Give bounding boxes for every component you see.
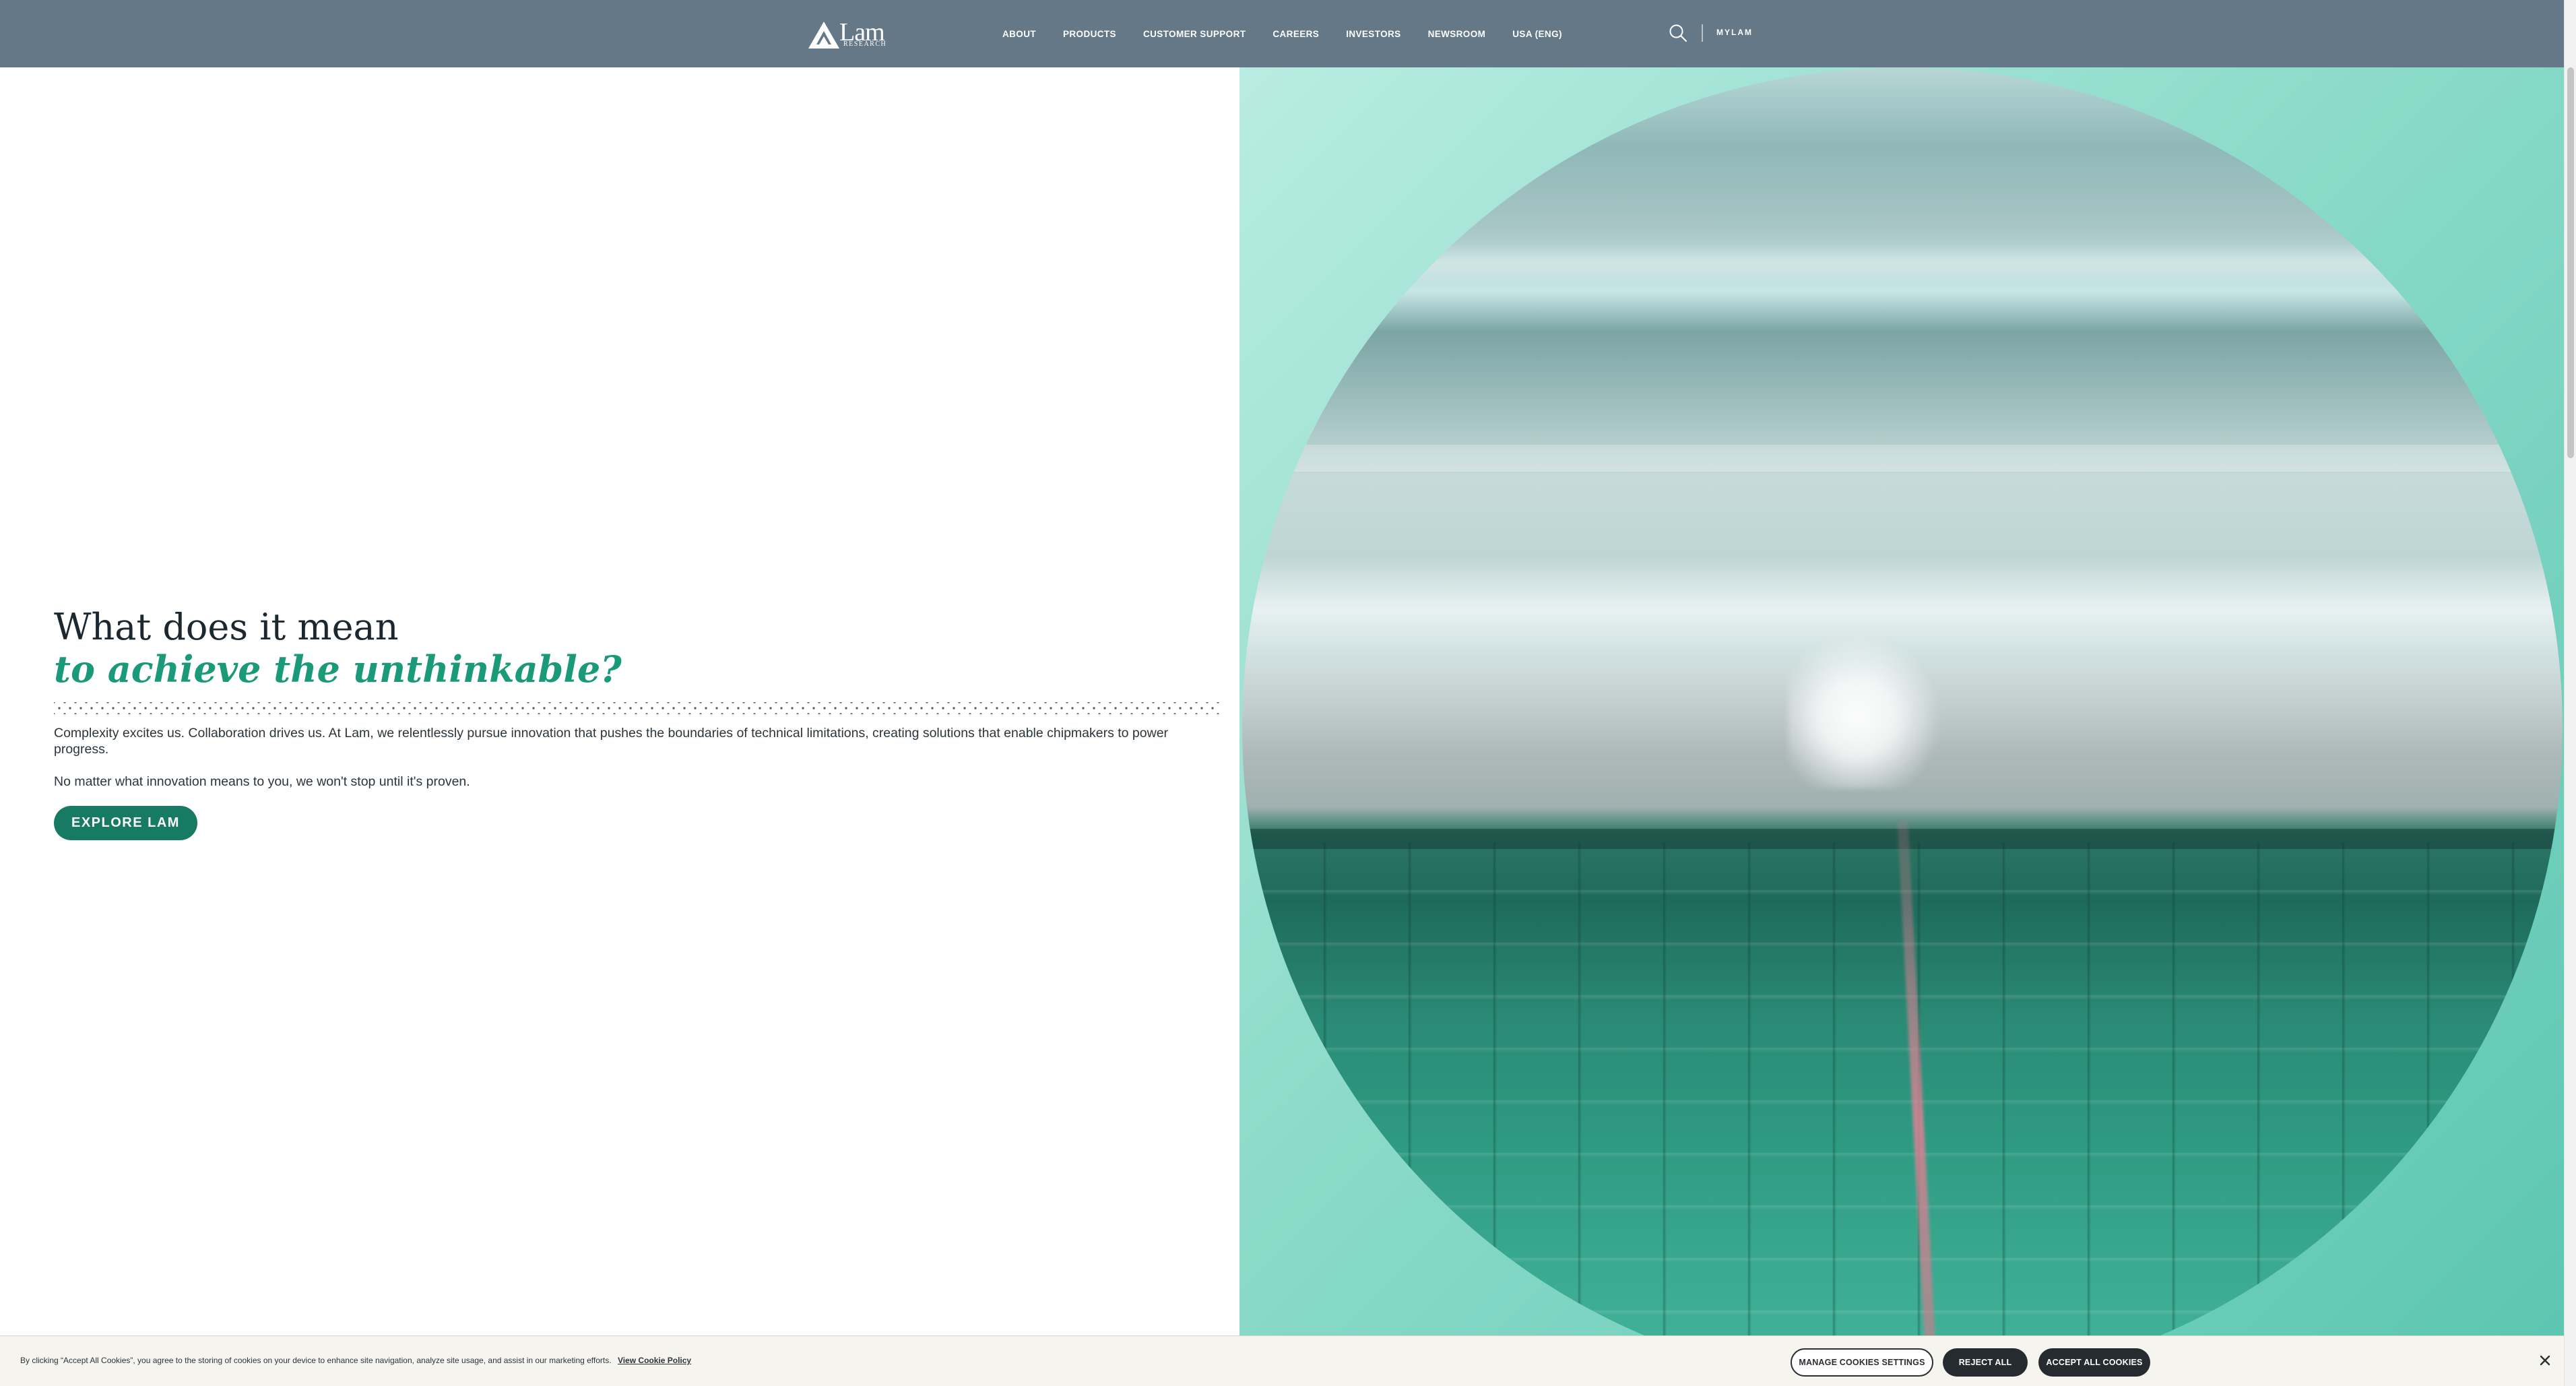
accept-all-cookies-button[interactable]: ACCEPT ALL COOKIES xyxy=(2038,1348,2150,1377)
nav-customer-support[interactable]: CUSTOMER SUPPORT xyxy=(1143,29,1246,39)
dotted-divider xyxy=(54,702,1222,714)
lam-research-logo[interactable]: Lam RESEARCH xyxy=(808,18,889,49)
manage-cookies-button[interactable]: MANAGE COOKIES SETTINGS xyxy=(1791,1348,1933,1377)
hero-paragraph: No matter what innovation means to you, … xyxy=(54,774,470,789)
logo-mark-icon xyxy=(808,22,839,49)
hero-heading-line1: What does it mean xyxy=(54,606,399,648)
cookie-message-text: By clicking “Accept All Cookies”, you ag… xyxy=(20,1356,612,1365)
nav-products[interactable]: PRODUCTS xyxy=(1063,29,1116,39)
nav-newsroom[interactable]: NEWSROOM xyxy=(1428,29,1486,39)
cookie-banner: By clicking “Accept All Cookies”, you ag… xyxy=(0,1335,2564,1386)
nav-investors[interactable]: INVESTORS xyxy=(1346,29,1400,39)
ceiling-band xyxy=(1242,243,2563,283)
nav-about[interactable]: ABOUT xyxy=(1002,29,1036,39)
hero-heading: What does it mean to achieve the unthink… xyxy=(54,606,1226,691)
reject-all-button[interactable]: REJECT ALL xyxy=(1943,1348,2028,1377)
close-icon[interactable] xyxy=(2537,1352,2553,1368)
main-nav: ABOUT PRODUCTS CUSTOMER SUPPORT CAREERS … xyxy=(1002,0,1589,67)
page-scrollbar[interactable] xyxy=(2564,0,2576,1386)
glow-light xyxy=(1788,633,1943,788)
nav-divider xyxy=(1702,24,1703,42)
cookie-message: By clicking “Accept All Cookies”, you ag… xyxy=(20,1356,691,1365)
site-header: Lam RESEARCH ABOUT PRODUCTS CUSTOMER SUP… xyxy=(0,0,2564,67)
explore-lam-button[interactable]: EXPLORE LAM xyxy=(54,806,197,840)
search-icon[interactable] xyxy=(1668,23,1688,43)
hero-heading-line2: to achieve the unthinkable? xyxy=(54,648,622,691)
hero-video-circle xyxy=(1242,67,2563,1386)
nav-region-selector[interactable]: USA (ENG) xyxy=(1512,29,1562,39)
hero-paragraph: Complexity excites us. Collaboration dri… xyxy=(54,726,1169,757)
cookie-policy-link[interactable]: View Cookie Policy xyxy=(618,1356,691,1365)
logo-subtitle: RESEARCH xyxy=(843,40,887,48)
hero-content: What does it mean to achieve the unthink… xyxy=(54,606,1226,840)
scrollbar-thumb[interactable] xyxy=(2567,67,2574,458)
mylam-link[interactable]: MYLAM xyxy=(1716,28,1753,37)
ceiling-band xyxy=(1242,445,2563,472)
nav-careers[interactable]: CAREERS xyxy=(1273,29,1319,39)
